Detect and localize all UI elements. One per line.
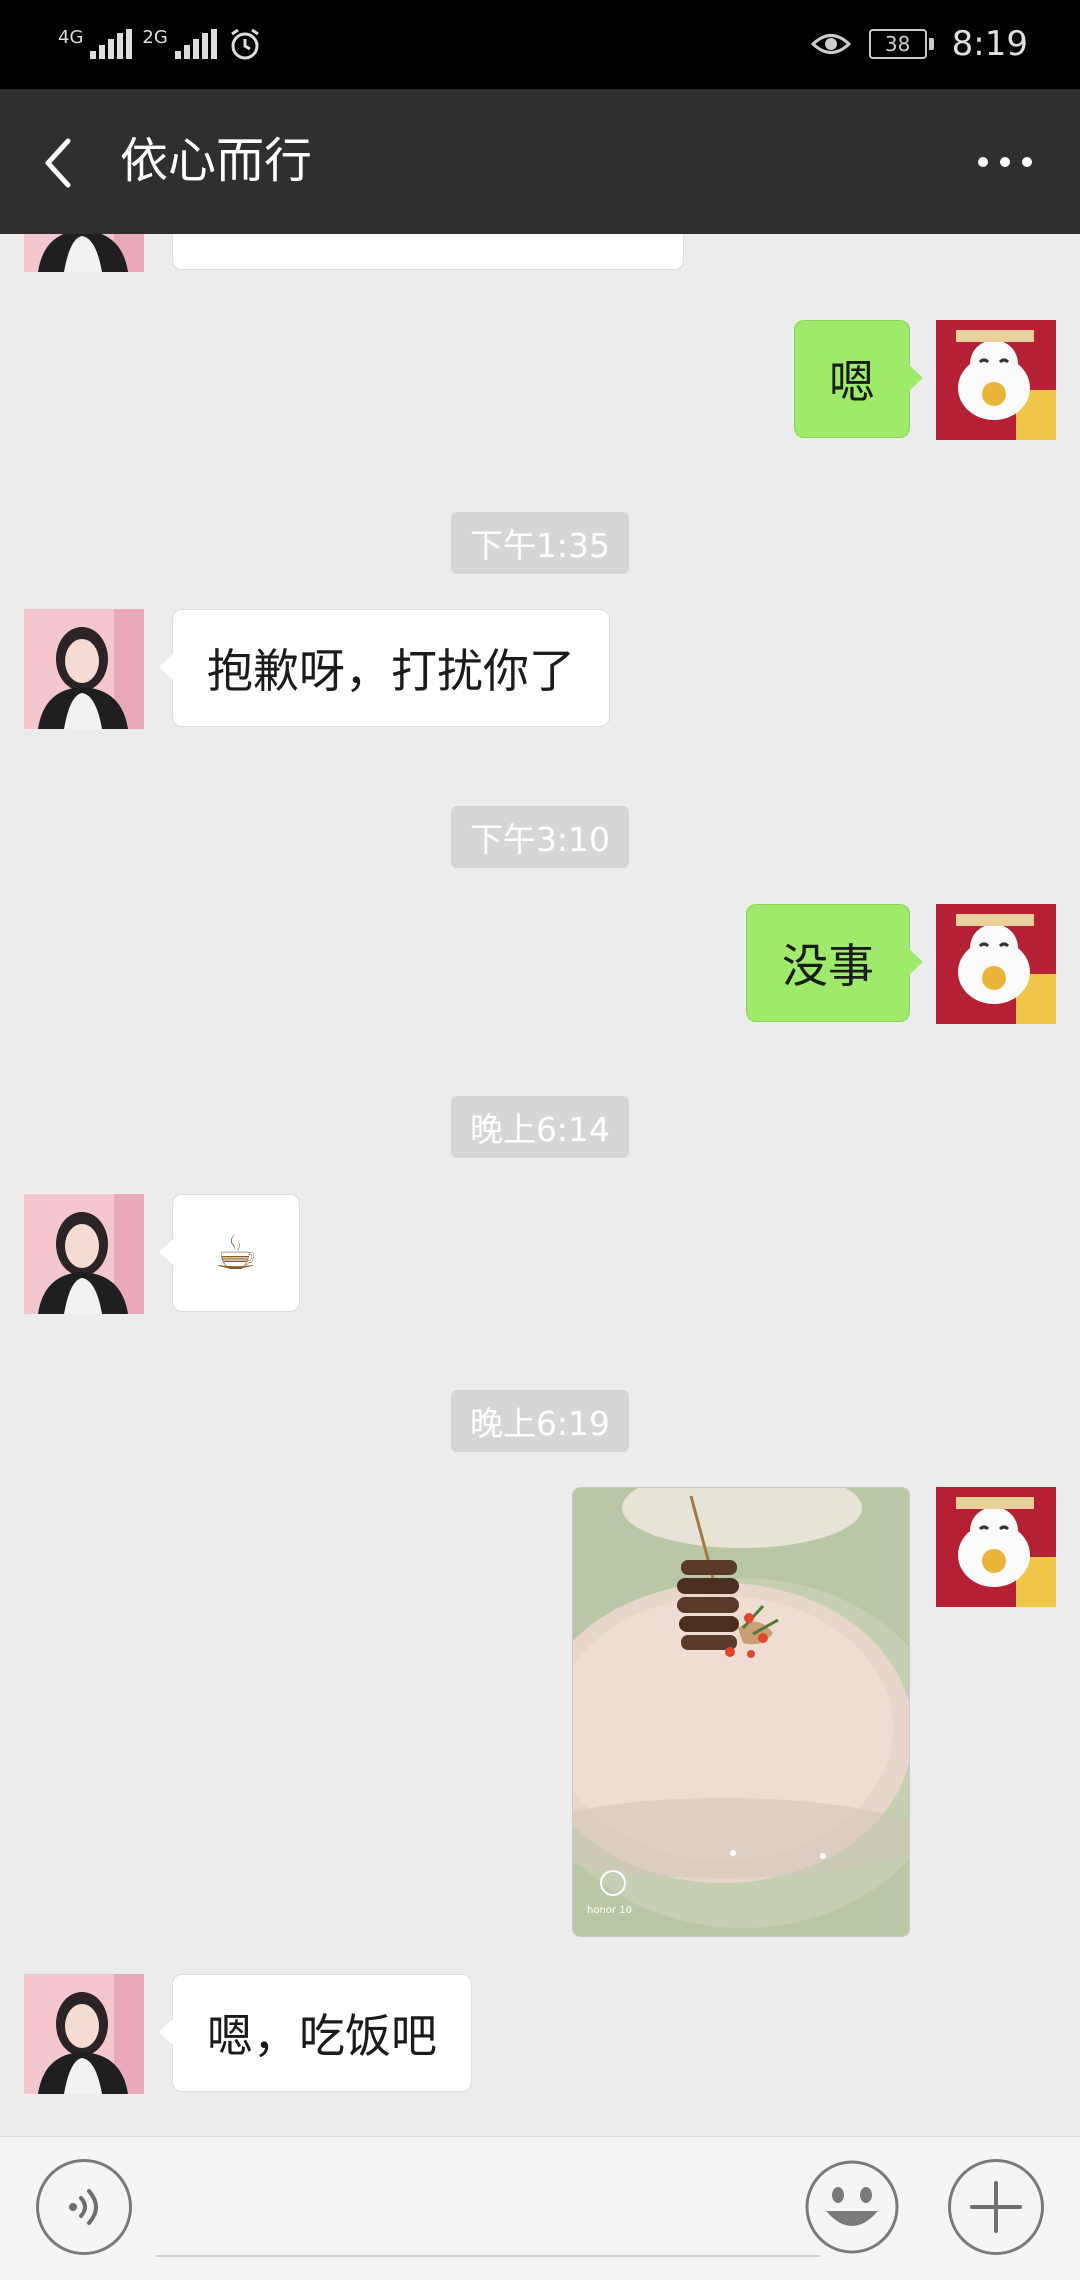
voice-button[interactable] (36, 2159, 132, 2255)
image-message[interactable]: honor 10 (572, 1487, 910, 1937)
timestamp: 晚上6:19 (451, 1390, 629, 1452)
message-text: 没事 (782, 939, 874, 993)
emoji-icon[interactable] (804, 2159, 900, 2255)
my-avatar[interactable] (936, 320, 1056, 440)
battery-level: 38 (868, 29, 927, 59)
message-bubble-incoming[interactable]: 我不是打扰人了吧 (172, 234, 684, 270)
clock: 8:19 (951, 24, 1028, 64)
coffee-emoji-icon: ☕ (214, 1225, 258, 1281)
alarm-icon (230, 28, 259, 60)
timestamp: 下午1:35 (451, 512, 629, 574)
my-avatar[interactable] (936, 1487, 1056, 1607)
message-bubble-outgoing[interactable]: 没事 (746, 904, 923, 1022)
signal-label-2g: 2G (142, 27, 168, 48)
status-bar: 4G 2G 38 8:19 (0, 0, 1080, 89)
contact-avatar[interactable] (24, 1974, 144, 2094)
message-text: 嗯 (829, 355, 875, 409)
signal-4g: 4G (58, 27, 133, 59)
voice-icon (69, 2189, 98, 2225)
signal-icon (174, 29, 217, 59)
chat-header: 依心而行 (0, 89, 1080, 234)
timestamp: 下午3:10 (451, 806, 629, 868)
more-icon[interactable] (970, 139, 1040, 185)
eye-icon (810, 34, 851, 54)
message-text: 我不是打扰人了吧 (207, 234, 575, 244)
message-text: 抱歉呀，打扰你了 (207, 644, 575, 698)
plus-button[interactable] (948, 2159, 1044, 2255)
battery-icon: 38 (868, 29, 934, 59)
image-watermark: honor 10 (587, 1905, 632, 1916)
message-bubble-incoming[interactable]: ☕ (159, 1194, 300, 1312)
message-bubble-incoming[interactable]: 抱歉呀，打扰你了 (159, 609, 610, 727)
signal-label-4g: 4G (58, 27, 84, 48)
status-left: 4G 2G (58, 20, 263, 68)
message-text: 嗯，吃饭吧 (207, 2009, 437, 2063)
contact-avatar[interactable] (24, 1194, 144, 1314)
contact-avatar[interactable] (24, 609, 144, 729)
status-right: 38 8:19 (810, 20, 1028, 68)
message-bubble-incoming[interactable]: 嗯，吃饭吧 (159, 1974, 472, 2092)
contact-avatar[interactable] (24, 234, 144, 272)
signal-2g: 2G (142, 27, 217, 59)
message-bubble-outgoing[interactable]: 嗯 (794, 320, 923, 438)
input-bar (0, 2136, 1080, 2280)
my-avatar[interactable] (936, 904, 1056, 1024)
signal-icon (90, 29, 133, 59)
back-arrow-icon[interactable] (36, 133, 82, 193)
message-input[interactable] (156, 2161, 820, 2257)
message-list[interactable]: 我不是打扰人了吧 嗯 下午1:35 抱歉呀，打扰你了 下午3:10 没事 晚上6… (0, 234, 1080, 2136)
chat-title: 依心而行 (120, 133, 313, 189)
plus-icon (970, 2181, 1022, 2233)
timestamp: 晚上6:14 (451, 1096, 629, 1158)
